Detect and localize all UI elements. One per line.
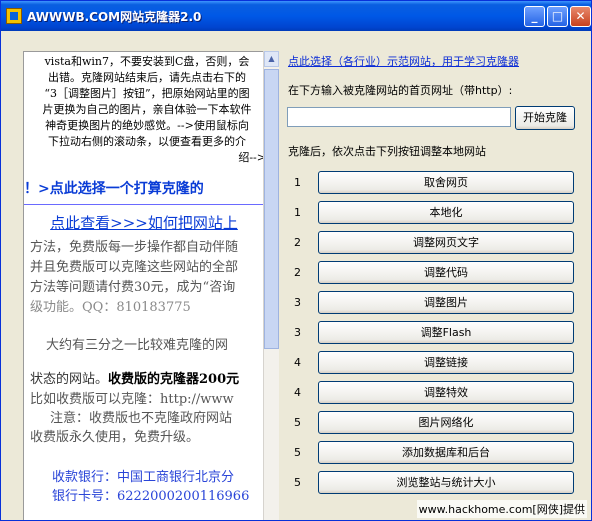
- sample-sites-link[interactable]: 点此选择（各行业）示范网站，用于学习克隆器: [288, 53, 519, 69]
- paid-line: 注意：收费版也不克隆政府网站: [50, 411, 233, 426]
- step-select-pages-button[interactable]: 取舍网页: [318, 171, 574, 194]
- step-number: 4: [294, 356, 301, 369]
- intro-scrollbar[interactable]: ▲: [263, 51, 279, 520]
- step-number: 5: [294, 446, 301, 459]
- step-number: 1: [294, 206, 301, 219]
- title-bar[interactable]: AWWWB.COM网站克隆器2.0 _ □ ✕: [1, 1, 591, 31]
- bank-line: 收款银行：中国工商银行北京分: [52, 470, 235, 485]
- step-row: 3 调整Flash: [284, 321, 584, 345]
- minimize-button[interactable]: _: [524, 6, 545, 27]
- step-network-images-button[interactable]: 图片网络化: [318, 411, 574, 434]
- step-browse-site-button[interactable]: 浏览整站与统计大小: [318, 471, 574, 494]
- step-localize-button[interactable]: 本地化: [318, 201, 574, 224]
- step-row: 5 添加数据库和后台: [284, 441, 584, 465]
- step-adjust-code-button[interactable]: 调整代码: [318, 261, 574, 284]
- paid-line: 比如收费版可以克隆：http://www: [30, 392, 234, 407]
- intro-line: 出错。克隆网站结束后，请先点击右下的: [48, 71, 246, 84]
- body-line: 级功能。QQ：810183775: [30, 300, 191, 315]
- intro-line: 片更换为自己的图片，亲自体验一下本软件: [42, 103, 252, 116]
- step-adjust-effects-button[interactable]: 调整特效: [318, 381, 574, 404]
- paid-version-text: 比如收费版可以克隆：http://www 注意：收费版也不克隆政府网站 收费版永…: [30, 390, 266, 447]
- step-number: 5: [294, 416, 301, 429]
- paid-price: 收费版的克隆器200元: [108, 372, 240, 387]
- step-row: 3 调整图片: [284, 291, 584, 315]
- steps-prompt-label: 克隆后，依次点击下列按钮调整本地网站: [288, 145, 486, 158]
- paid-prefix: 状态的网站。: [30, 372, 109, 387]
- app-window: AWWWB.COM网站克隆器2.0 _ □ ✕ vista和win7，不要安装到…: [0, 0, 592, 521]
- step-row: 2 调整网页文字: [284, 231, 584, 255]
- url-input[interactable]: [287, 107, 511, 127]
- step-adjust-images-button[interactable]: 调整图片: [318, 291, 574, 314]
- step-number: 2: [294, 236, 301, 249]
- minimize-icon: _: [531, 9, 538, 23]
- difficulty-text: 大约有三分之一比较难克隆的网: [46, 338, 229, 353]
- paid-version-heading: 状态的网站。收费版的克隆器200元: [30, 368, 266, 387]
- step-row: 4 调整特效: [284, 381, 584, 405]
- paid-line: 收费版永久使用，免费升级。: [30, 430, 200, 445]
- app-icon: [6, 8, 22, 24]
- step-adjust-text-button[interactable]: 调整网页文字: [318, 231, 574, 254]
- body-line: 并且免费版可以克隆这些网站的全部: [30, 260, 239, 275]
- step-row: 5 浏览整站与统计大小: [284, 471, 584, 495]
- watermark-text: www.hackhome.com[网侠]提供: [416, 500, 587, 518]
- step-number: 3: [294, 326, 301, 339]
- intro-line: “3［调整图片］按钮”，把原始网站里的图: [44, 87, 250, 100]
- step-adjust-links-button[interactable]: 调整链接: [318, 351, 574, 374]
- step-number: 3: [294, 296, 301, 309]
- close-icon: ✕: [575, 9, 586, 23]
- step-row: 5 图片网络化: [284, 411, 584, 435]
- intro-browser-panel[interactable]: vista和win7，不要安装到C盘，否则，会 出错。克隆网站结束后，请先点击右…: [23, 51, 279, 520]
- bank-line: 银行卡号：6222000200116966: [52, 489, 250, 504]
- step-adjust-flash-button[interactable]: 调整Flash: [318, 321, 574, 344]
- intro-line: 绍-->: [238, 151, 266, 164]
- maximize-icon: □: [551, 9, 564, 23]
- body-line: 方法，免费版每一步操作都自动伴随: [30, 240, 239, 255]
- free-version-text: 方法，免费版每一步操作都自动伴随 并且免费版可以克隆这些网站的全部 方法等问题请…: [30, 238, 266, 318]
- step-row: 4 调整链接: [284, 351, 584, 375]
- url-prompt-label: 在下方输入被克隆网站的首页网址（带http）:: [288, 84, 513, 97]
- step-number: 4: [294, 386, 301, 399]
- body-line: 方法等问题请付费30元，成为“咨询: [30, 280, 236, 295]
- step-number: 1: [294, 176, 301, 189]
- intro-line: 神奇更换图片的绝妙感觉。-->使用鼠标向: [45, 119, 249, 132]
- intro-line: 下拉动右侧的滚动条，以便查看更多的介: [48, 135, 246, 148]
- step-number: 5: [294, 476, 301, 489]
- intro-line: vista和win7，不要安装到C盘，否则，会: [44, 55, 250, 68]
- step-row: 2 调整代码: [284, 261, 584, 285]
- intro-text: vista和win7，不要安装到C盘，否则，会 出错。克隆网站结束后，请先点击右…: [28, 54, 267, 166]
- bank-info-text: 收款银行：中国工商银行北京分 银行卡号：6222000200116966: [30, 468, 266, 506]
- choose-site-banner[interactable]: ！>点此选择一个打算克隆的: [24, 178, 264, 205]
- step-add-database-button[interactable]: 添加数据库和后台: [318, 441, 574, 464]
- how-to-link[interactable]: 点此查看>>>如何把网站上: [24, 212, 264, 233]
- maximize-button[interactable]: □: [547, 6, 568, 27]
- start-clone-button[interactable]: 开始克隆: [515, 106, 575, 130]
- scroll-thumb[interactable]: [264, 69, 279, 349]
- window-title: AWWWB.COM网站克隆器2.0: [27, 10, 202, 24]
- step-number: 2: [294, 266, 301, 279]
- step-row: 1 取舍网页: [284, 171, 584, 195]
- close-button[interactable]: ✕: [570, 6, 591, 27]
- scroll-up-icon[interactable]: ▲: [264, 51, 279, 67]
- step-row: 1 本地化: [284, 201, 584, 225]
